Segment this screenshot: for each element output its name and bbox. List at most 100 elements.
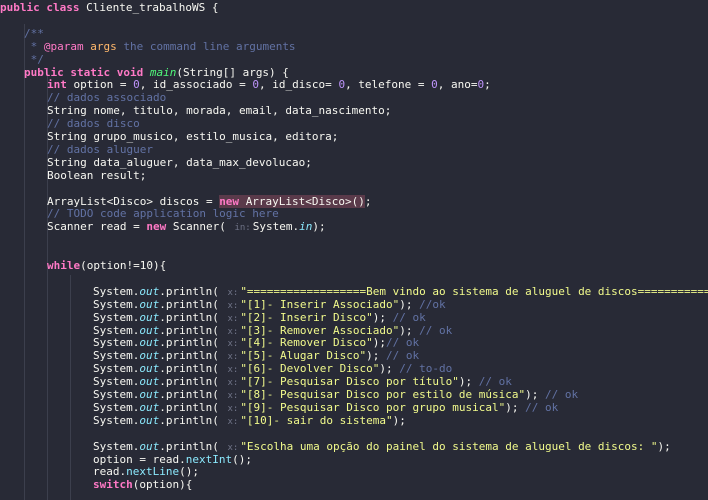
- code-token: out: [139, 323, 160, 337]
- code-token: .println(: [159, 336, 226, 350]
- code-token: "[3]- Remover Associado": [240, 323, 400, 337]
- code-token: Cliente_trabalhoWS {: [86, 1, 219, 14]
- code-token: "[10]- sair do sistema": [240, 413, 393, 427]
- code-token: x:: [227, 391, 239, 401]
- code-token: (option){: [132, 478, 193, 492]
- code-token: , id_disco=: [258, 78, 339, 92]
- code-line[interactable]: public class Cliente_trabalhoWS {: [0, 1, 219, 15]
- code-token: .println(: [159, 388, 226, 401]
- code-token: out: [139, 388, 160, 401]
- code-token: out: [139, 375, 160, 389]
- code-token: "Escolha uma opção do painel do sistema …: [240, 439, 658, 453]
- code-line[interactable]: while(option!=10){: [47, 259, 167, 273]
- code-token: System.: [93, 388, 140, 401]
- code-token: out: [139, 413, 160, 427]
- code-token: read.: [93, 465, 127, 479]
- code-token: while: [47, 259, 81, 272]
- code-token: main: [149, 65, 177, 79]
- code-token: new: [219, 194, 246, 208]
- code-token: System.: [93, 284, 140, 298]
- code-token: x:: [227, 287, 239, 298]
- code-token: // ok: [419, 323, 453, 337]
- code-token: // dados disco: [47, 117, 140, 131]
- code-token: "[5]- Alugar Disco": [240, 349, 367, 363]
- code-token: .println(: [159, 439, 226, 453]
- code-token: out: [139, 284, 160, 298]
- code-token: nextLine: [126, 465, 180, 479]
- code-token: .println(: [159, 362, 226, 376]
- code-line[interactable]: Boolean result;: [47, 169, 146, 183]
- code-token: System.: [93, 362, 140, 376]
- code-token: out: [139, 400, 160, 414]
- code-token: // dados aluguer: [47, 142, 153, 156]
- code-token: 0: [431, 78, 438, 92]
- indent-guide: [24, 24, 25, 500]
- code-token: ();: [179, 465, 199, 479]
- code-token: System.: [93, 375, 140, 389]
- code-token: x:: [227, 416, 239, 427]
- code-token: );: [372, 336, 387, 350]
- code-token: @param: [43, 39, 84, 53]
- code-token: Scanner read =: [47, 220, 147, 234]
- code-token: String grupo_musico, estilo_musica, edit…: [47, 130, 339, 143]
- code-token: );: [379, 362, 400, 376]
- code-token: public static void: [24, 65, 150, 79]
- code-token: );: [372, 310, 393, 324]
- code-token: (option!=10){: [80, 259, 167, 272]
- code-token: // ok: [544, 388, 579, 401]
- code-token: x:: [227, 365, 239, 376]
- code-token: // TODO code application logic here: [47, 207, 279, 221]
- code-token: "[4]- Remover Disco": [240, 336, 373, 350]
- code-token: , ano=: [437, 78, 478, 92]
- code-line[interactable]: Scanner read = new Scanner( in: System.in…: [47, 220, 326, 234]
- code-token: out: [139, 336, 160, 350]
- code-editor[interactable]: public class Cliente_trabalhoWS {/** * @…: [0, 0, 708, 500]
- code-token: // dados associado: [47, 91, 167, 105]
- code-token: System.: [93, 323, 140, 337]
- code-token: out: [139, 362, 160, 376]
- code-token: (String[] args) {: [176, 65, 289, 79]
- code-token: public class: [0, 1, 87, 14]
- code-token: .println(: [159, 284, 226, 298]
- code-token: System.: [93, 400, 140, 414]
- code-token: in:: [234, 223, 251, 234]
- code-token: //ok: [419, 297, 446, 311]
- code-token: ();: [232, 452, 252, 466]
- code-line[interactable]: switch(option){: [93, 478, 193, 492]
- code-token: // ok: [392, 310, 426, 324]
- code-token: x:: [227, 313, 239, 324]
- code-token: nextInt: [185, 452, 233, 466]
- code-line[interactable]: * @param args the command line arguments: [24, 39, 296, 54]
- code-token: ArrayList<Disco> discos =: [47, 194, 220, 208]
- code-token: "[1]- Inserir Associado": [240, 297, 400, 311]
- code-token: args: [83, 39, 117, 53]
- code-token: "[8]- Pesquisar Disco por estilo de músi…: [240, 388, 526, 401]
- code-token: // to-do: [399, 362, 453, 376]
- code-token: );: [392, 413, 406, 427]
- code-token: 0: [252, 78, 259, 92]
- code-token: .println(: [159, 349, 226, 363]
- code-token: .println(: [159, 297, 226, 311]
- code-token: .println(: [159, 310, 226, 324]
- code-token: x:: [227, 339, 239, 350]
- code-token: "[2]- Inserir Disco": [240, 310, 373, 324]
- code-token: x:: [227, 442, 239, 453]
- code-token: .println(: [159, 375, 226, 389]
- code-token: "[9]- Pesquisar Disco por grupo musical": [240, 400, 506, 414]
- code-token: );: [399, 297, 420, 311]
- code-line[interactable]: System.out.println( x: "[10]- sair do sis…: [93, 413, 406, 428]
- code-token: x:: [227, 352, 239, 363]
- code-token: );: [399, 323, 420, 337]
- code-token: System.: [93, 439, 140, 453]
- code-token: the command line arguments: [116, 39, 296, 53]
- code-token: "[7]- Pesquisar Disco por título": [240, 375, 459, 389]
- code-token: );: [312, 220, 326, 234]
- code-token: // ok: [386, 349, 420, 363]
- code-token: x:: [227, 378, 239, 389]
- code-token: out: [139, 439, 160, 453]
- code-token: System.: [252, 220, 300, 234]
- code-token: // ok: [478, 375, 512, 389]
- code-token: 0: [133, 78, 140, 92]
- code-token: new: [146, 220, 173, 234]
- code-token: option = read.: [93, 452, 186, 466]
